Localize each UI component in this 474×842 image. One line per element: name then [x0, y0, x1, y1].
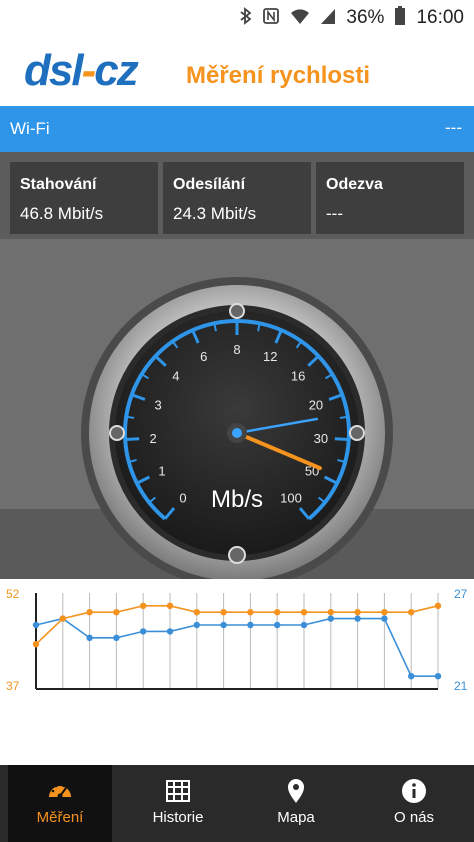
history-chart: 52 37 27 21: [0, 579, 474, 765]
upload-value: 24.3 Mbit/s: [173, 204, 257, 223]
gauge-tick-label: 1: [158, 464, 165, 479]
download-series-point: [434, 602, 442, 609]
chart-plot: [32, 593, 442, 690]
map-pin-icon: [288, 779, 304, 803]
app-title: Měření rychlosti: [186, 62, 371, 89]
download-series-point: [59, 615, 66, 622]
dslcz-logo: dsl-cz: [24, 46, 139, 95]
nav-history[interactable]: Historie: [126, 765, 230, 842]
upload-series-point: [354, 615, 361, 622]
upload-series-point: [247, 621, 254, 629]
clock: 16:00: [416, 7, 464, 28]
battery-percent: 36%: [346, 7, 385, 28]
upload-series-point: [32, 621, 40, 629]
speedometer-icon: [49, 782, 71, 799]
gauge-tick-label: 20: [309, 397, 323, 412]
battery-icon: [394, 6, 406, 30]
gauge-tick-label: 4: [172, 368, 179, 383]
signal-icon: [320, 7, 336, 29]
nav-map-label: Mapa: [277, 809, 315, 826]
download-series-point: [274, 609, 281, 616]
download-series-point: [193, 609, 200, 616]
network-bar[interactable]: Wi-Fi ---: [0, 106, 474, 152]
gauge-tick-label: 8: [233, 342, 240, 357]
ping-label: Odezva: [326, 176, 383, 193]
download-value: 46.8 Mbit/s: [20, 204, 104, 223]
upload-series-point: [166, 628, 174, 635]
download-stat: Stahování 46.8 Mbit/s: [10, 162, 158, 234]
bezel-screw: [229, 303, 245, 319]
upload-series-point: [274, 621, 281, 629]
upload-stat: Odesílání 24.3 Mbit/s: [163, 162, 311, 234]
nav-map[interactable]: Mapa: [244, 765, 348, 842]
upload-series-point: [327, 615, 334, 622]
upload-series-point: [113, 634, 120, 641]
wifi-icon: [290, 7, 310, 29]
stats-panel: Stahování 46.8 Mbit/s Odesílání 24.3 Mbi…: [0, 152, 474, 239]
download-series-point: [354, 609, 361, 616]
gauge-tick-label: 3: [154, 397, 161, 412]
upload-series-point: [220, 621, 227, 629]
upload-series-point: [381, 615, 388, 622]
ping-stat: Odezva ---: [316, 162, 464, 234]
download-series-point: [327, 609, 334, 616]
upload-label: Odesílání: [173, 176, 246, 193]
grid-icon: [166, 780, 190, 802]
ping-value: ---: [326, 204, 343, 223]
bezel-screw: [109, 425, 125, 441]
download-series-point: [140, 602, 147, 609]
nav-measure-label: Měření: [36, 809, 84, 826]
upload-series-line: [35, 617, 438, 677]
upload-series-point: [434, 673, 442, 680]
gauge-unit: Mb/s: [211, 486, 263, 513]
nav-about-label: O nás: [393, 809, 435, 826]
gauge-tick-label: 2: [150, 431, 157, 446]
upload-series-point: [300, 621, 308, 629]
download-series-point: [408, 609, 415, 616]
download-series-point: [113, 609, 120, 616]
app-bar: dsl-cz Měření rychlosti: [0, 34, 474, 106]
network-type: Wi-Fi: [10, 119, 50, 138]
download-series-point: [86, 609, 93, 616]
nav-history-label: Historie: [152, 809, 204, 826]
gauge-tick-label: 30: [314, 431, 328, 446]
upload-series-point: [140, 628, 147, 635]
download-series-point: [247, 609, 254, 616]
info-icon: [402, 779, 426, 803]
bezel-screw: [228, 546, 246, 564]
download-series-point: [300, 609, 308, 616]
bezel-screw: [349, 425, 365, 441]
nav-about[interactable]: O nás: [362, 765, 466, 842]
status-bar: 36% 16:00: [0, 0, 474, 34]
upload-series-point: [193, 621, 200, 629]
bottom-navigation: Měření Historie Mapa O nás: [0, 765, 474, 842]
nav-measure[interactable]: Měření: [8, 765, 112, 842]
gauge-minor-tick: [339, 415, 348, 419]
download-series-point: [32, 641, 40, 648]
nfc-icon: [262, 7, 280, 29]
bluetooth-icon: [240, 7, 252, 29]
speedometer: 012346 8 1216203050100 Mb/s: [81, 277, 393, 585]
gauge-tick-label: 12: [263, 349, 277, 364]
gauge-tick-label: 0: [179, 490, 186, 505]
gauge-tick-label: 6: [200, 349, 207, 364]
gauge-major-tick: [125, 437, 140, 442]
upload-series-point: [408, 673, 415, 680]
network-value: ---: [445, 118, 462, 137]
gauge-minor-tick: [126, 415, 135, 419]
upload-series-point: [86, 634, 93, 641]
gauge-tick-label: 100: [280, 490, 302, 505]
download-series-point: [220, 609, 227, 616]
download-series-point: [381, 609, 388, 616]
gauge-tick-label: 16: [291, 368, 305, 383]
download-label: Stahování: [20, 176, 97, 193]
download-series-point: [166, 602, 174, 609]
gauge-major-tick: [334, 437, 349, 442]
